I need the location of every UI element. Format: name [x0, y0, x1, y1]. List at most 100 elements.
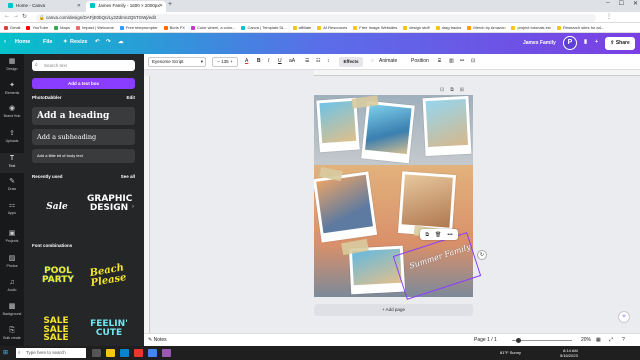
add-heading-button[interactable]: Add a heading	[32, 107, 135, 125]
rail-text[interactable]: T Text	[0, 153, 24, 173]
forward-icon[interactable]: →	[13, 13, 19, 19]
link-icon[interactable]: ⚯	[460, 58, 464, 64]
rail-projects[interactable]: ▣ Projects	[0, 230, 24, 243]
help-icon[interactable]: ?	[622, 337, 625, 343]
close-tab-icon[interactable]: ✕	[77, 3, 81, 9]
trash-icon[interactable]: 🗑	[435, 232, 441, 238]
text-template-sale[interactable]: Sale	[34, 191, 80, 225]
bookmark-folder[interactable]: Free Image Websites	[353, 25, 397, 30]
close-tab-icon[interactable]: ✕	[159, 3, 163, 9]
text-template-graphic-design[interactable]: GRAPHIC DESIGN	[87, 195, 132, 225]
see-all-link[interactable]: See all	[121, 174, 135, 179]
letter-case-icon[interactable]: aA	[289, 58, 295, 64]
add-subheading-button[interactable]: Add a subheading	[32, 129, 135, 145]
home-link[interactable]: Home	[15, 39, 30, 45]
edit-brand-button[interactable]: Edit	[127, 95, 136, 100]
bookmark-item[interactable]: Color wheel, a color...	[190, 25, 235, 30]
bookmark-item[interactable]: Gmail	[4, 25, 20, 30]
close-window-icon[interactable]: ✕	[633, 0, 638, 7]
lock-page-icon[interactable]: ⊡	[440, 87, 444, 93]
reload-icon[interactable]: ↻	[22, 13, 27, 20]
italic-icon[interactable]: I	[268, 58, 269, 64]
bold-icon[interactable]: B	[257, 58, 261, 64]
bookmark-folder[interactable]: Research sites for ad...	[557, 25, 604, 30]
zoom-level[interactable]: 20%	[581, 337, 591, 343]
add-page-icon[interactable]: ⊞	[460, 87, 464, 93]
maximize-icon[interactable]: ☐	[619, 0, 624, 7]
undo-icon[interactable]: ↶	[95, 39, 100, 45]
file-menu[interactable]: File	[43, 39, 52, 45]
assistant-icon[interactable]: ✧	[618, 311, 630, 323]
list-icon[interactable]: ☷	[316, 58, 320, 64]
app-icon[interactable]	[162, 349, 171, 357]
rail-bulk-create[interactable]: ⎘ Bulk create	[0, 327, 24, 340]
lock-icon[interactable]: ⊡	[471, 58, 475, 64]
font-size-stepper[interactable]: – 135 +	[212, 57, 238, 67]
bookmark-folder[interactable]: drag tracks	[435, 25, 461, 30]
page-indicator[interactable]: Page 1 / 1	[474, 337, 497, 343]
bookmark-item[interactable]: Impact | Welcome	[75, 25, 114, 30]
weather-widget[interactable]: 81°F Sunny	[500, 350, 521, 355]
duplicate-icon[interactable]: ⧉	[425, 232, 429, 238]
browser-tab-design[interactable]: James Family - 1600 × 2000px ✕	[86, 1, 166, 12]
underline-icon[interactable]: U	[278, 58, 282, 64]
effects-button[interactable]: Effects	[339, 57, 363, 67]
polaroid-photo[interactable]	[314, 171, 378, 243]
animate-button[interactable]: Animate	[379, 58, 397, 64]
plus-icon[interactable]: +	[595, 39, 598, 45]
add-body-text-button[interactable]: Add a little bit of body text	[32, 149, 135, 163]
bookmark-item[interactable]: Canva | Template Di...	[241, 25, 287, 30]
duplicate-page-icon[interactable]: ⧉	[450, 87, 454, 93]
analytics-icon[interactable]: ▮	[584, 39, 587, 45]
scroll-right-icon[interactable]: ›	[132, 204, 134, 210]
url-field[interactable]: 🔒 canva.com/design/DAFjE0bQn/Ly2Zdmn2Q5T…	[36, 13, 596, 22]
browser-tab-home[interactable]: Home - Canva ✕	[4, 1, 84, 12]
avatar[interactable]: P	[563, 36, 577, 50]
notes-button[interactable]: ✎ Notes	[148, 337, 167, 343]
bookmark-item[interactable]: Boris FX	[163, 25, 185, 30]
redo-icon[interactable]: ↷	[106, 39, 111, 45]
rail-background[interactable]: ▩ Background	[0, 303, 24, 316]
font-combo-beach-please[interactable]: Beach Please	[83, 262, 134, 303]
bookmark-folder[interactable]: AI Resources	[317, 25, 347, 30]
bookmark-item[interactable]: Maps	[54, 25, 70, 30]
bookmark-folder[interactable]: affiliate	[292, 25, 311, 30]
bookmark-item[interactable]: Merch by Amazon	[467, 25, 505, 30]
polaroid-photo[interactable]	[361, 100, 415, 164]
rotate-handle-icon[interactable]: ↻	[477, 250, 487, 260]
extensions-icon[interactable]: ⋮	[606, 13, 612, 20]
bookmark-folder[interactable]: design stuff	[403, 25, 430, 30]
text-color-icon[interactable]: A	[245, 58, 248, 64]
file-explorer-icon[interactable]	[106, 349, 115, 357]
plus-icon[interactable]: +	[230, 59, 233, 64]
rail-uploads[interactable]: ⇪ Uploads	[0, 130, 24, 143]
font-family-dropdown[interactable]: Eyesome Script ▾	[148, 57, 206, 67]
add-textbox-button[interactable]: Add a text box	[32, 78, 135, 89]
rail-apps[interactable]: ⚏ Apps	[0, 202, 24, 215]
system-clock[interactable]: 8:14 AM 5/16/2023	[560, 348, 578, 358]
add-page-button[interactable]: + Add page	[314, 304, 473, 316]
bookmark-item[interactable]: Free teleprompter	[119, 25, 158, 30]
more-options-icon[interactable]: •••	[447, 232, 452, 238]
bookmark-item[interactable]: YouTube	[26, 25, 48, 30]
back-icon[interactable]: ←	[4, 13, 10, 19]
resize-menu[interactable]: Resize	[70, 39, 87, 45]
spacing-icon[interactable]: ↕	[327, 58, 330, 64]
minus-icon[interactable]: –	[217, 59, 220, 64]
edge-icon[interactable]	[120, 349, 129, 357]
zoom-slider[interactable]	[512, 340, 572, 341]
position-button[interactable]: Position	[411, 58, 429, 64]
windows-start-icon[interactable]: ⊞	[3, 349, 8, 356]
rail-draw[interactable]: ✎ Draw	[0, 178, 24, 191]
font-combo-sale[interactable]: SALE SALE SALE	[36, 317, 76, 346]
zoom-slider-knob[interactable]	[516, 338, 521, 343]
font-combo-pool-party[interactable]: POOL PARTY	[36, 267, 80, 297]
pages-grid-icon[interactable]: ▦	[596, 337, 601, 343]
rail-audio[interactable]: ♫ Audio	[0, 279, 24, 292]
share-button[interactable]: ⇧ Share	[605, 37, 635, 50]
align-icon[interactable]: ☰	[305, 58, 309, 64]
back-chevron-icon[interactable]: ‹	[4, 39, 6, 45]
chrome-icon[interactable]	[148, 349, 157, 357]
search-text-input[interactable]: ⌕ Search text	[32, 60, 135, 71]
rail-photos[interactable]: ▨ Photos	[0, 255, 24, 268]
